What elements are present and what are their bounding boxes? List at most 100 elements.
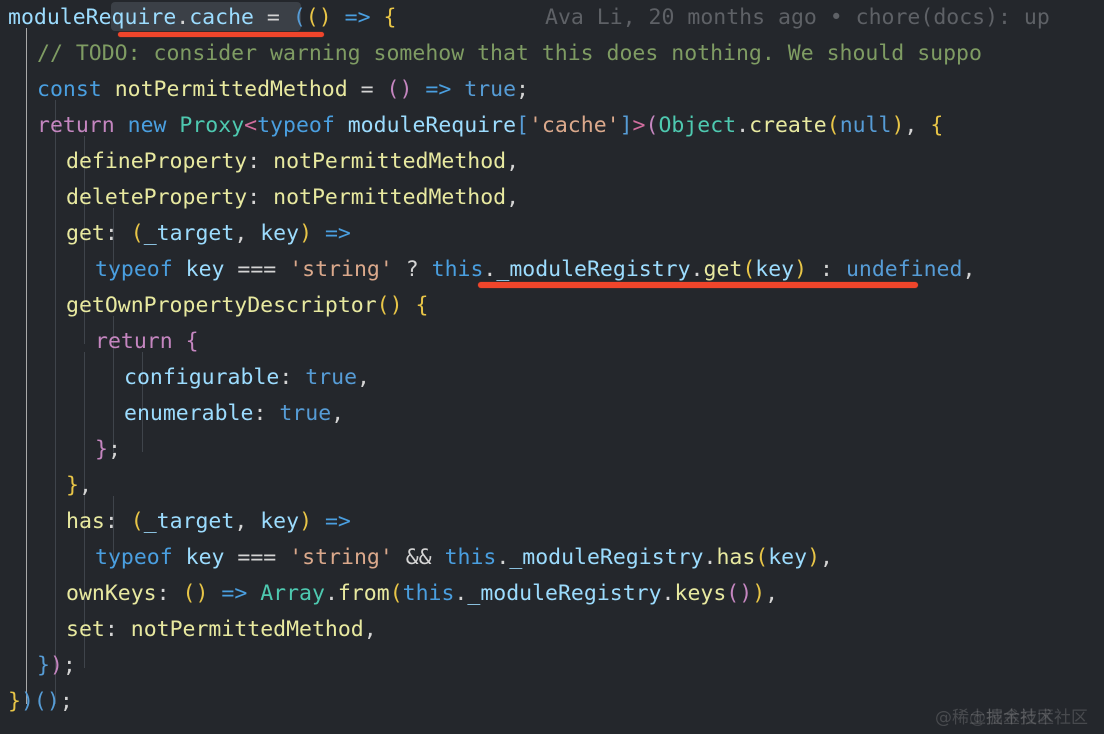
code-token: Array — [260, 581, 325, 606]
code-token: : — [247, 185, 261, 210]
code-line[interactable]: }); — [0, 648, 1104, 684]
code-token: . — [324, 581, 338, 606]
code-token: notPermittedMethod — [273, 149, 507, 174]
code-token: = — [266, 5, 280, 30]
code-token: => — [324, 221, 351, 246]
code-line[interactable]: getOwnPropertyDescriptor() { — [0, 288, 1104, 324]
code-token: ( — [376, 293, 390, 318]
code-token: _moduleRegistry — [467, 581, 662, 606]
code-line[interactable]: deleteProperty: notPermittedMethod, — [0, 180, 1104, 216]
code-token: ) — [299, 509, 313, 534]
code-token: moduleRequire — [347, 113, 517, 138]
code-token: , — [820, 545, 833, 570]
code-token: ) — [20, 689, 34, 714]
code-line[interactable]: return { — [0, 324, 1104, 360]
code-line[interactable]: })(); — [0, 684, 1104, 720]
code-token: has — [66, 509, 105, 534]
code-token: get — [703, 257, 743, 282]
code-token: : — [253, 401, 267, 426]
code-token: cache — [189, 5, 254, 30]
code-token: === — [237, 257, 277, 282]
code-token: set — [66, 617, 105, 642]
code-token: } — [37, 653, 50, 678]
code-token: < — [244, 113, 258, 138]
code-line[interactable]: return new Proxy<typeof moduleRequire['c… — [0, 108, 1104, 144]
code-line[interactable]: typeof key === 'string' && this._moduleR… — [0, 540, 1104, 576]
code-token: , — [506, 185, 520, 210]
code-line[interactable]: moduleRequire.cache = (() => { — [0, 0, 1104, 36]
code-token: , — [234, 509, 248, 534]
code-token: } — [8, 689, 21, 714]
code-token: ; — [62, 653, 76, 678]
code-token: ownKeys — [66, 581, 157, 606]
code-line[interactable]: has: (_target, key) => — [0, 504, 1104, 540]
code-editor[interactable]: moduleRequire.cache = (() => {// TODO: c… — [0, 0, 1104, 734]
code-token: return — [37, 113, 115, 138]
code-token: } — [95, 437, 108, 462]
code-token: , — [765, 581, 779, 606]
code-line[interactable]: defineProperty: notPermittedMethod, — [0, 144, 1104, 180]
code-line[interactable]: const notPermittedMethod = () => true; — [0, 72, 1104, 108]
code-line[interactable]: get: (_target, key) => — [0, 216, 1104, 252]
code-token: ( — [182, 581, 196, 606]
code-token: null — [839, 113, 892, 138]
code-token: ( — [826, 113, 840, 138]
code-line[interactable]: enumerable: true, — [0, 396, 1104, 432]
code-token: getOwnPropertyDescriptor — [66, 293, 377, 318]
code-token: notPermittedMethod — [273, 185, 507, 210]
code-token: === — [237, 545, 277, 570]
code-token: ) — [399, 77, 413, 102]
this._moduleRegistry.get(key)-underline — [478, 282, 918, 288]
code-line[interactable]: // TODO: consider warning somehow that t… — [0, 36, 1104, 72]
code-token: key — [185, 257, 225, 282]
code-token: key — [768, 545, 808, 570]
code-token: typeof — [95, 545, 173, 570]
code-token: this — [444, 545, 497, 570]
code-token: key — [260, 509, 300, 534]
code-token: 'string' — [289, 545, 393, 570]
code-token: true — [464, 77, 517, 102]
code-token: { — [415, 293, 429, 318]
code-token: this — [402, 581, 455, 606]
code-token: , — [78, 473, 92, 498]
code-token: keys — [674, 581, 727, 606]
code-token: : — [279, 365, 293, 390]
code-token: ; — [516, 77, 529, 102]
code-token: _moduleRegistry — [509, 545, 704, 570]
code-token: , — [331, 401, 345, 426]
code-line[interactable]: set: notPermittedMethod, — [0, 612, 1104, 648]
code-line[interactable]: ownKeys: () => Array.from(this._moduleRe… — [0, 576, 1104, 612]
code-content[interactable]: moduleRequire.cache = (() => {// TODO: c… — [0, 0, 1104, 734]
code-token: ( — [726, 581, 740, 606]
code-token: => — [425, 77, 452, 102]
code-token: ) — [891, 113, 905, 138]
code-token: defineProperty — [66, 149, 248, 174]
code-token: key — [755, 257, 795, 282]
code-line[interactable]: }; — [0, 432, 1104, 468]
code-line[interactable]: configurable: true, — [0, 360, 1104, 396]
code-line[interactable]: }, — [0, 468, 1104, 504]
code-token: => — [221, 581, 248, 606]
code-token: ) — [807, 545, 821, 570]
code-token: . — [703, 545, 717, 570]
code-token: ) — [318, 5, 332, 30]
